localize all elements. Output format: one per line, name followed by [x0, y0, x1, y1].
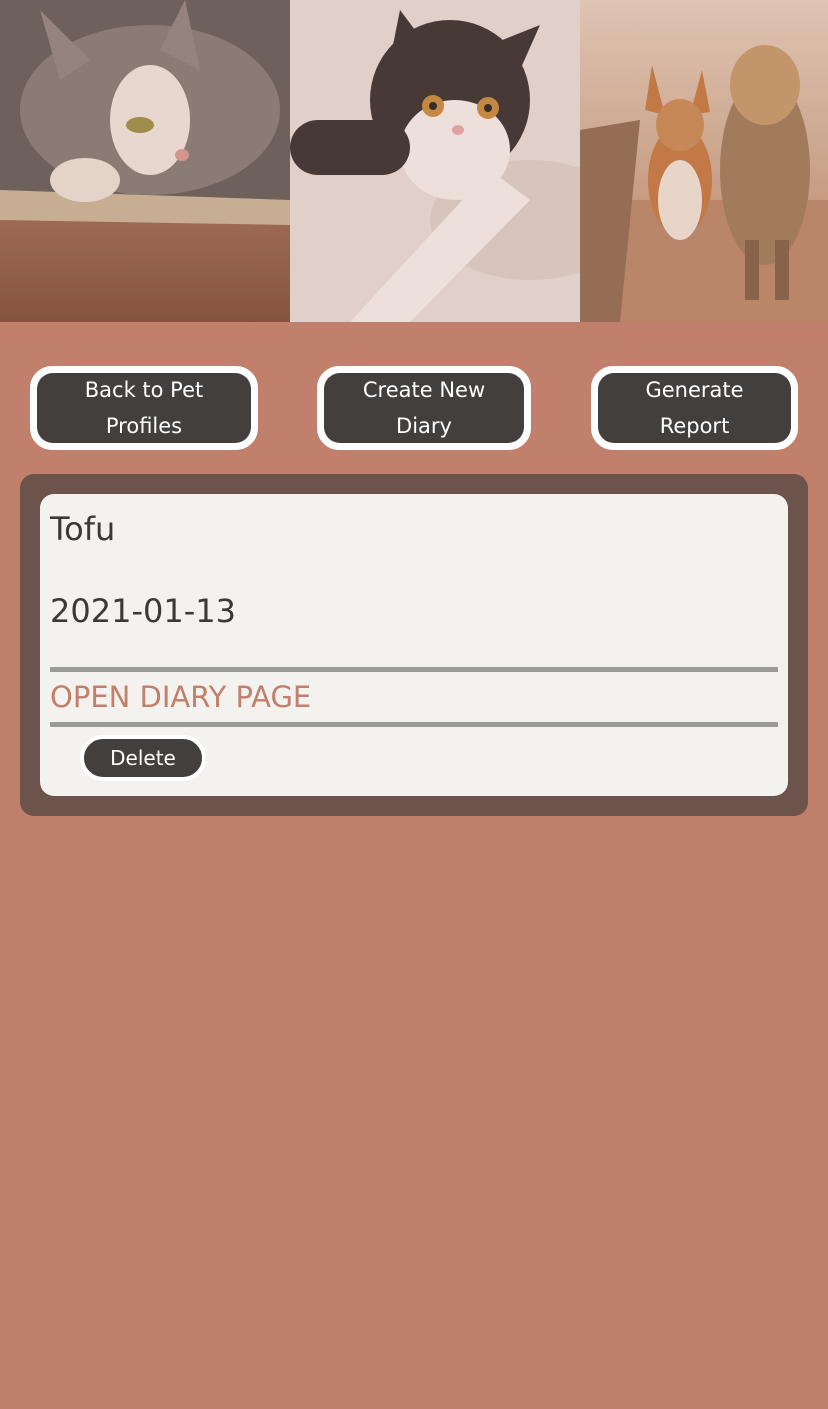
back-to-pet-profiles-label: Back to Pet Profiles	[37, 373, 251, 443]
diary-pet-name: Tofu	[50, 510, 116, 548]
create-new-diary-label: Create New Diary	[324, 373, 524, 443]
divider	[50, 667, 778, 672]
cat-photo-tuxedo	[290, 0, 580, 322]
generate-report-button[interactable]: Generate Report	[591, 366, 798, 450]
photo-banner	[0, 0, 828, 322]
open-diary-page-link[interactable]: OPEN DIARY PAGE	[50, 680, 311, 714]
generate-report-label: Generate Report	[598, 373, 791, 443]
diary-date: 2021-01-13	[50, 592, 236, 630]
cat-photo-grey	[0, 0, 290, 322]
diary-entry-card: Tofu 2021-01-13 OPEN DIARY PAGE Delete	[40, 494, 788, 796]
delete-button[interactable]: Delete	[80, 735, 206, 781]
diary-list: Tofu 2021-01-13 OPEN DIARY PAGE Delete	[20, 474, 808, 816]
back-to-pet-profiles-button[interactable]: Back to Pet Profiles	[30, 366, 258, 450]
divider	[50, 722, 778, 727]
action-bar: Back to Pet Profiles Create New Diary Ge…	[0, 366, 828, 450]
create-new-diary-button[interactable]: Create New Diary	[317, 366, 531, 450]
dogs-photo	[580, 0, 828, 322]
